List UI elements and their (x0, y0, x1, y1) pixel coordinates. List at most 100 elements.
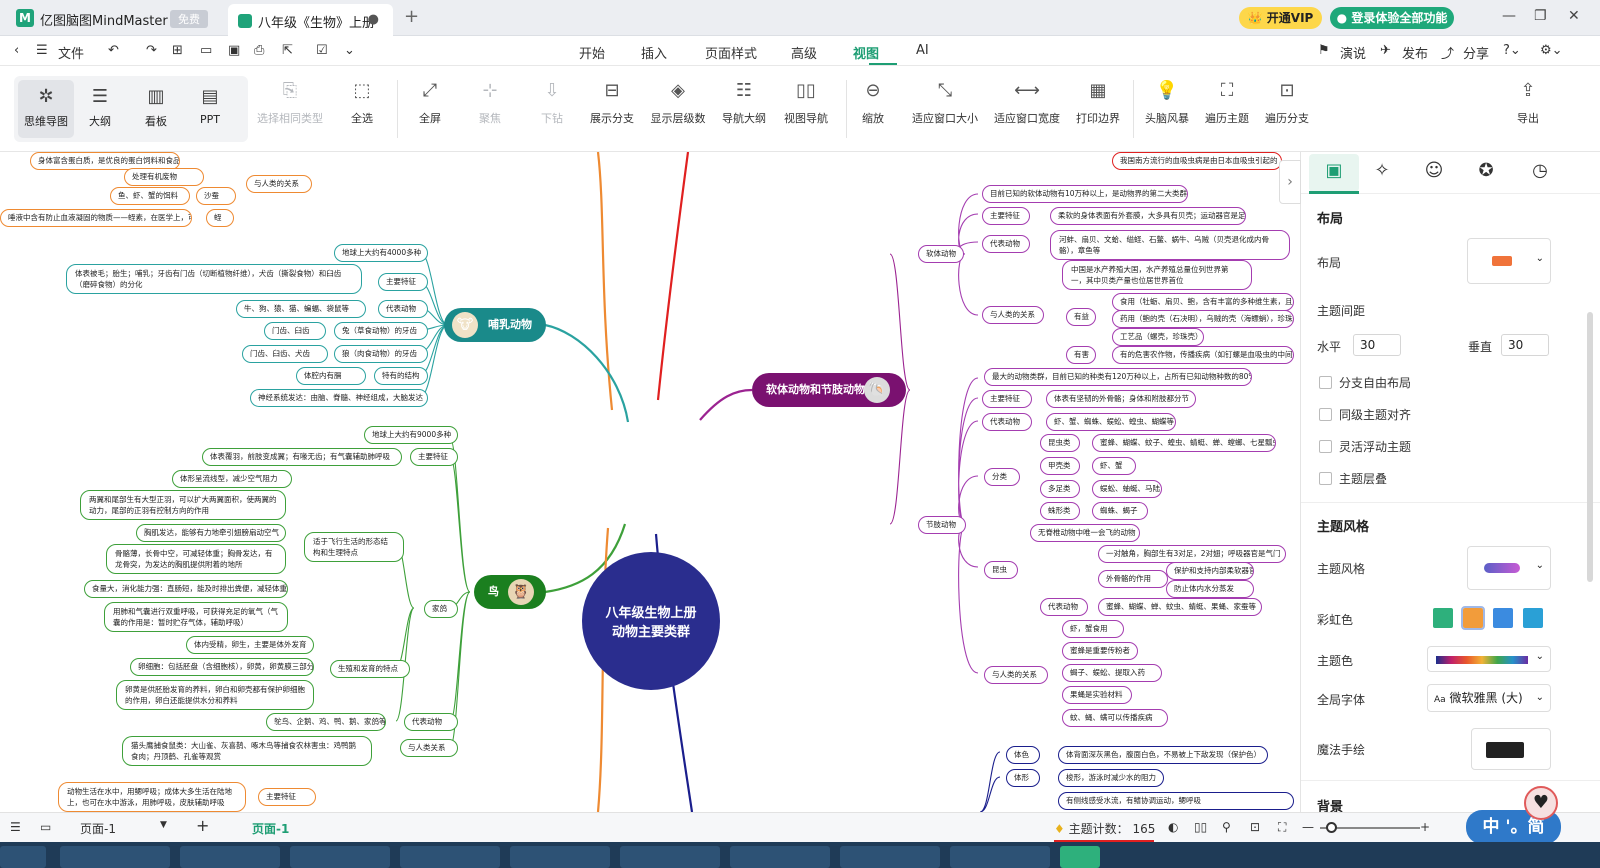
more-icon[interactable]: ⌄ (344, 43, 355, 58)
mindmap-node[interactable]: 目前已知的软体动物有10万种以上，是动物界的第二大类群 (982, 185, 1188, 203)
taskbar-item-9[interactable] (950, 846, 1050, 868)
taskbar-item-8[interactable] (840, 846, 940, 868)
zoom-out-small-icon[interactable]: — (1302, 820, 1314, 834)
mindmap-node[interactable]: 体背面深灰黑色，腹面白色，不易被上下敌发现（保护色） (1058, 746, 1268, 764)
mindmap-node[interactable]: 与人类的关系 (982, 306, 1044, 324)
mindmap-node[interactable]: 有害 (1066, 346, 1096, 364)
menu-view[interactable]: 视图 (853, 43, 879, 62)
mindmap-node[interactable]: 蝎子、蜈蚣、提取入药 (1062, 664, 1162, 682)
login-button[interactable]: ● 登录体验全部功能 (1330, 7, 1454, 29)
mindmap-node[interactable]: 门齿、臼齿、犬齿 (242, 345, 328, 363)
float-topic-checkbox[interactable] (1319, 440, 1332, 453)
taskbar-start-icon[interactable] (0, 846, 46, 868)
mindmap-canvas[interactable]: 八年级生物上册 动物主要类群 🐮 哺乳动物 鸟 🦉 软体动物和节肢动物 🐚 身体富含蛋… (0, 152, 1300, 812)
taskbar-item-3[interactable] (290, 846, 390, 868)
book-icon[interactable]: ▯▯ (1194, 820, 1207, 834)
mindmap-node[interactable]: 虾，蟹食用 (1062, 620, 1124, 638)
view-mindmap-button[interactable]: ✲ 思维导图 (18, 80, 74, 138)
save-icon[interactable]: ▣ (228, 43, 240, 58)
theme-icon[interactable]: ◐ (1168, 820, 1178, 834)
traverse-branch-button[interactable]: ⊡ 遍历分支 (1250, 80, 1324, 126)
mindmap-node[interactable]: 蛛形类 (1040, 502, 1080, 520)
mindmap-node[interactable]: 体形 (1006, 769, 1040, 787)
mindmap-node[interactable]: 生殖和发育的特点 (330, 660, 410, 678)
mindmap-node[interactable]: 河蚌、扇贝、文蛤、缢蛏、石鳖、蜗牛、乌贼（贝壳退化成内骨骼），章鱼等 (1050, 230, 1290, 260)
rainbow-swatch-1[interactable] (1433, 608, 1453, 628)
mindmap-node[interactable]: 蜜蜂、蝴蝶、蚊子、蝗虫、蜻蜓、蝉、螳螂、七星瓢虫 (1092, 434, 1276, 452)
mindmap-node[interactable]: 体形呈流线型，减少空气阻力 (172, 470, 292, 488)
mindmap-node[interactable]: 特有的结构 (374, 367, 428, 385)
mindmap-node[interactable]: 两翼和尾部生有大型正羽，可以扩大两翼面积，使两翼的动力，尾部的正羽有控制方向的作… (80, 490, 286, 520)
add-page-button[interactable]: + (196, 816, 209, 835)
undo-icon[interactable]: ↶ (108, 43, 119, 58)
present-button[interactable]: 演说 (1340, 43, 1366, 62)
publish-icon[interactable]: ✈ (1380, 43, 1391, 58)
mindmap-node[interactable]: 一对触角，胸部生有3对足，2对翅；呼吸器官是气门 (1098, 545, 1286, 563)
new-tab-button[interactable]: + (404, 6, 419, 27)
mindmap-node[interactable]: 鸵鸟、企鹅、鸡、鸭、鹅、家鸽等 (266, 713, 386, 731)
open-icon[interactable]: ▭ (200, 43, 212, 58)
mindmap-node[interactable]: 狼（肉食动物）的牙齿 (334, 345, 428, 363)
layout-tab-icon[interactable]: ▣ (1321, 160, 1347, 186)
mindmap-node[interactable]: 蚊、蝇、螨可以传播疾病 (1062, 709, 1168, 727)
mindmap-node[interactable]: 主要特征 (258, 788, 316, 806)
mindmap-node[interactable]: 适于飞行生活的形态结构和生理特点 (304, 532, 404, 562)
settings-icon[interactable]: ⚙⌄ (1540, 43, 1563, 58)
view-outline-button[interactable]: ☰ 大纲 (72, 80, 128, 138)
taskbar-item-7[interactable] (730, 846, 830, 868)
select-same-type-button[interactable]: ⎘ 选择相同类型 (253, 80, 327, 126)
unsaved-dot-icon[interactable]: ● (368, 12, 379, 27)
menu-advanced[interactable]: 高级 (791, 43, 817, 62)
menu-insert[interactable]: 插入 (641, 43, 667, 62)
taskbar-item-2[interactable] (180, 846, 280, 868)
mindmap-node[interactable]: 代表动物 (982, 413, 1032, 431)
fit-width-button[interactable]: ⟷ 适应窗口宽度 (990, 80, 1064, 126)
print-border-button[interactable]: ▦ 打印边界 (1061, 80, 1135, 126)
share-button[interactable]: 分享 (1463, 43, 1489, 62)
ime-mascot-icon[interactable]: ♥ (1524, 786, 1558, 820)
mindmap-node[interactable]: 与人类的关系 (246, 175, 312, 193)
mindmap-node[interactable]: 兔（草食动物）的牙齿 (334, 322, 428, 340)
mindmap-node[interactable]: 唾液中含有防止血液凝固的物质——蛭素，在医学上，可生产抗血栓药物 (0, 209, 192, 227)
ai-sparkle-tab-icon[interactable]: ✧ (1369, 160, 1395, 186)
mindmap-node[interactable]: 与人类关系 (400, 739, 458, 757)
taskbar-item-5[interactable] (510, 846, 610, 868)
menu-page-style[interactable]: 页面样式 (705, 43, 757, 62)
rainbow-swatch-3[interactable] (1493, 608, 1513, 628)
mindmap-node[interactable]: 家鸽 (424, 600, 458, 618)
clock-tab-icon[interactable]: ◷ (1527, 160, 1553, 186)
share-icon[interactable]: ⤴ (1441, 43, 1454, 62)
mindmap-node[interactable]: 食用（牡蛎、扇贝、鲍，含有丰富的多种维生素，且易消化） (1112, 293, 1294, 311)
mindmap-node[interactable]: 外骨骼的作用 (1098, 570, 1168, 588)
menu-start[interactable]: 开始 (579, 43, 605, 62)
mindmap-node[interactable]: 防止体内水分蒸发 (1166, 580, 1254, 598)
mindmap-node[interactable]: 无脊椎动物中唯一会飞的动物 (1030, 524, 1140, 542)
mindmap-node[interactable]: 蛭 (206, 209, 234, 227)
mindmap-node[interactable]: 神经系统发达：由脑、脊髓、神经组成，大脑发达 (250, 389, 428, 407)
mindmap-node[interactable]: 代表动物 (378, 300, 428, 318)
zoom-in-small-icon[interactable]: + (1420, 820, 1430, 834)
share-export-icon[interactable]: ⇱ (282, 43, 293, 58)
vertical-spacing-input[interactable]: 30 (1501, 334, 1549, 356)
publish-button[interactable]: 发布 (1402, 43, 1428, 62)
mindmap-node[interactable]: 鱼、虾、蟹的饵料 (110, 187, 190, 205)
fit-icon[interactable]: ⊡ (1250, 820, 1260, 834)
print-icon[interactable]: ⎙ (254, 43, 264, 58)
mindmap-node[interactable]: 保护和支持内部柔软器官 (1166, 562, 1254, 580)
export-button[interactable]: ⇪ 导出 (1491, 80, 1565, 126)
mindmap-node[interactable]: 代表动物 (982, 235, 1030, 253)
present-icon[interactable]: ⚑ (1318, 43, 1330, 58)
mindmap-node[interactable]: 昆虫类 (1040, 434, 1080, 452)
mindmap-node[interactable]: 代表动物 (404, 713, 458, 731)
mindmap-node[interactable]: 蜈蚣、蚰蜒、马陆 (1092, 480, 1162, 498)
mindmap-node[interactable]: 与人类的关系 (984, 666, 1048, 684)
restore-icon[interactable]: ❐ (1534, 8, 1547, 24)
mindmap-node[interactable]: 主要特征 (410, 448, 458, 466)
badge-tab-icon[interactable]: ✪ (1473, 160, 1499, 186)
mindmap-node[interactable]: 多足类 (1040, 480, 1080, 498)
file-menu[interactable]: 文件 (58, 43, 84, 62)
page-panel-icon[interactable]: ▭ (40, 820, 51, 834)
mindmap-node[interactable]: 体表被毛；胎生；哺乳；牙齿有门齿（切断植物纤维），犬齿（撕裂食物）和臼齿（磨碎食… (66, 264, 362, 294)
mindmap-node[interactable]: 果蝇是实验材料 (1062, 686, 1132, 704)
view-ppt-button[interactable]: ▤ PPT (182, 80, 238, 138)
